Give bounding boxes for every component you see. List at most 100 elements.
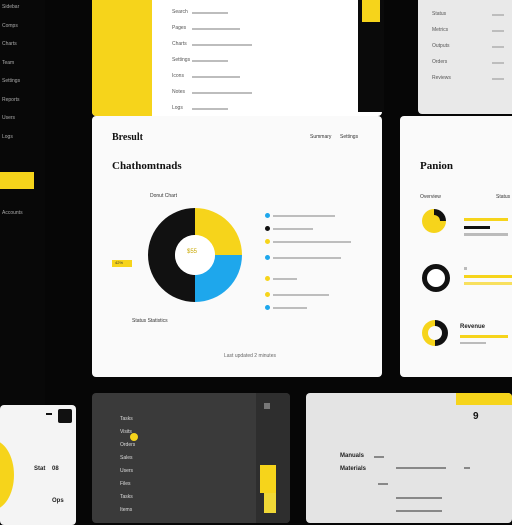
bottom-center-row-label: Sales [120, 455, 133, 461]
bottom-center-row-label: Items [120, 507, 133, 513]
sidebar-item[interactable]: Charts [2, 41, 17, 47]
right-label-revenue: Revenue [460, 324, 486, 330]
legend-dot [265, 292, 270, 297]
chart-title: Donut Chart [150, 193, 177, 199]
br-bar-1 [374, 456, 384, 458]
right-top-row-label: Metrics [432, 27, 449, 33]
header-link-summary[interactable]: Summary [310, 134, 331, 140]
panel-accent-strip [92, 0, 152, 116]
bottom-right-card: 9 Manuals Materials [306, 393, 512, 523]
legend-bar [273, 241, 351, 243]
gauge1-bar-b [464, 226, 490, 229]
header-link-settings[interactable]: Settings [340, 134, 358, 140]
yellow-ring-gauge [422, 209, 446, 233]
right-label-overview: Overview [420, 194, 441, 200]
sidebar-item[interactable]: Team [2, 60, 14, 66]
gauge2-tick [464, 267, 467, 270]
sidebar-item[interactable]: Reports [2, 97, 20, 103]
bottom-center-row-label: Files [120, 481, 131, 487]
bottom-center-row-label: Tasks [120, 416, 133, 422]
br-bar-4 [378, 483, 388, 485]
chart-footer: Status Statistics [132, 318, 168, 324]
top-yellow-tab [362, 0, 380, 22]
right-label-status: Status [496, 194, 511, 200]
sidebar-item[interactable]: Logs [2, 134, 13, 140]
right-top-row-label: Outputs [432, 43, 450, 49]
top-row-label: Pages [172, 25, 187, 31]
right-top-row-label: Status [432, 11, 447, 17]
gauge3-bar-b [460, 342, 486, 344]
ops-label: Ops [52, 498, 64, 504]
main-card: Bresult Summary Settings Chathomtnads Do… [92, 116, 382, 377]
gauge1-bar-a [464, 218, 508, 221]
gauge1-bar-c [464, 233, 508, 236]
bottom-center-card: Tasks Visits Orders Sales Users Files Tasks Ite… [92, 393, 290, 523]
menu-button[interactable] [58, 409, 72, 423]
sidebar-item[interactable]: Comps [2, 23, 18, 29]
sidebar-item[interactable]: Users [2, 115, 15, 121]
bottom-center-row-label: Tasks [120, 494, 133, 500]
legend-bar [273, 228, 313, 230]
donut-hole [175, 235, 215, 275]
top-row-bar [192, 60, 228, 62]
top-row-bar [192, 44, 252, 46]
br-bar-2 [396, 467, 446, 469]
top-row-label: Notes [172, 89, 186, 95]
bottom-left-card: Stat 08 Ops [0, 405, 76, 525]
gauge2-bar-b [464, 282, 512, 285]
legend-dot [265, 276, 270, 281]
legend-dot [265, 255, 270, 260]
top-row-label: Icons [172, 73, 184, 79]
br-bar-5 [396, 497, 442, 499]
stat-label: Stat [34, 466, 46, 472]
sidebar-item[interactable]: Sidebar [2, 4, 19, 10]
half-ring-gauge [422, 320, 448, 346]
stat-value: 08 [52, 466, 59, 472]
right-top-row-bar [492, 14, 504, 16]
main-card-subtitle: Chathomtnads [112, 160, 182, 172]
legend-dot [265, 239, 270, 244]
right-card: Panion Overview Status Revenue [400, 116, 512, 377]
yellow-block-b [264, 493, 276, 513]
scroll-handle[interactable] [264, 403, 270, 409]
legend-bar [273, 307, 307, 309]
right-top-row-bar [492, 62, 504, 64]
donut-chart [148, 208, 242, 302]
top-black-block [358, 0, 384, 112]
top-row-bar [192, 92, 252, 94]
bottom-center-row-label: Orders [120, 442, 136, 448]
manuals-label: Manuals [340, 453, 365, 459]
br-bar-3 [464, 467, 470, 469]
gauge2-bar-a [464, 275, 512, 278]
legend-bar [273, 215, 335, 217]
main-card-footer: Last updated 2 minutes [224, 353, 276, 359]
legend-bar [273, 278, 297, 280]
sidebar-item[interactable]: Settings [2, 78, 20, 84]
chart-left-badge-label: 42% [115, 260, 124, 265]
legend-dot [265, 226, 270, 231]
sidebar-active-item[interactable] [0, 172, 34, 189]
right-top-row-label: Orders [432, 59, 448, 65]
top-row-bar [192, 12, 228, 14]
donut-center-value: $55 [187, 249, 198, 255]
bottom-center-row-label: Visits [120, 429, 132, 435]
right-top-row-bar [492, 78, 504, 80]
right-top-row-label: Reviews [432, 75, 451, 81]
legend-dot [265, 305, 270, 310]
yellow-circle-decoration [0, 440, 14, 510]
right-top-panel: Status Metrics Outputs Orders Reviews [418, 0, 512, 114]
top-row-label: Settings [172, 57, 191, 63]
top-right-yellow [456, 393, 512, 405]
legend-bar [273, 257, 341, 259]
bottom-center-row-label: Users [120, 468, 134, 474]
materials-label: Materials [340, 466, 367, 472]
top-row-label: Charts [172, 41, 187, 47]
right-card-title: Panion [420, 160, 454, 172]
top-row-bar [192, 28, 240, 30]
top-row-bar [192, 108, 228, 110]
top-list-panel: SearchPagesChartsSettingsIconsNotesLogsS… [92, 0, 382, 116]
small-dash [46, 413, 52, 415]
chart-left-badge: 42% [112, 260, 132, 267]
sidebar-footer[interactable]: Accounts [2, 210, 23, 216]
top-row-bar [192, 76, 240, 78]
